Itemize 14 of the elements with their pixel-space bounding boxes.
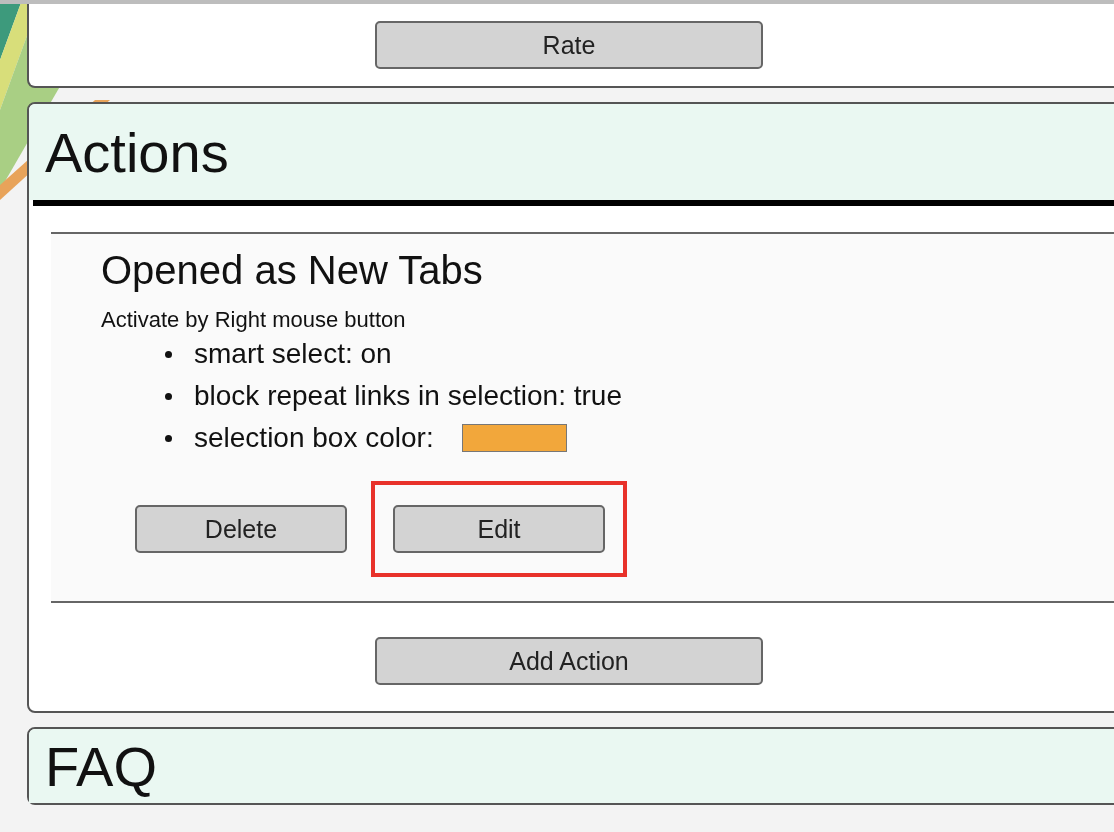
section-title: Actions <box>45 119 229 185</box>
action-button[interactable]: Delete <box>135 505 347 553</box>
add-action-button[interactable]: Add Action <box>375 637 763 685</box>
setting-text: block repeat links in selection: true <box>194 379 622 413</box>
setting-text: smart select: on <box>194 337 392 371</box>
rate-button[interactable]: Rate <box>375 21 763 69</box>
bullet-icon <box>165 350 172 358</box>
bullet-icon <box>165 434 172 442</box>
setting-text: selection box color: <box>194 421 434 455</box>
activation-text: Activate by Right mouse button <box>101 307 407 333</box>
section-title: FAQ <box>45 733 158 799</box>
action-button[interactable]: Edit <box>393 505 605 553</box>
bullet-icon <box>165 392 172 400</box>
action-title: Opened as New Tabs <box>101 248 484 293</box>
